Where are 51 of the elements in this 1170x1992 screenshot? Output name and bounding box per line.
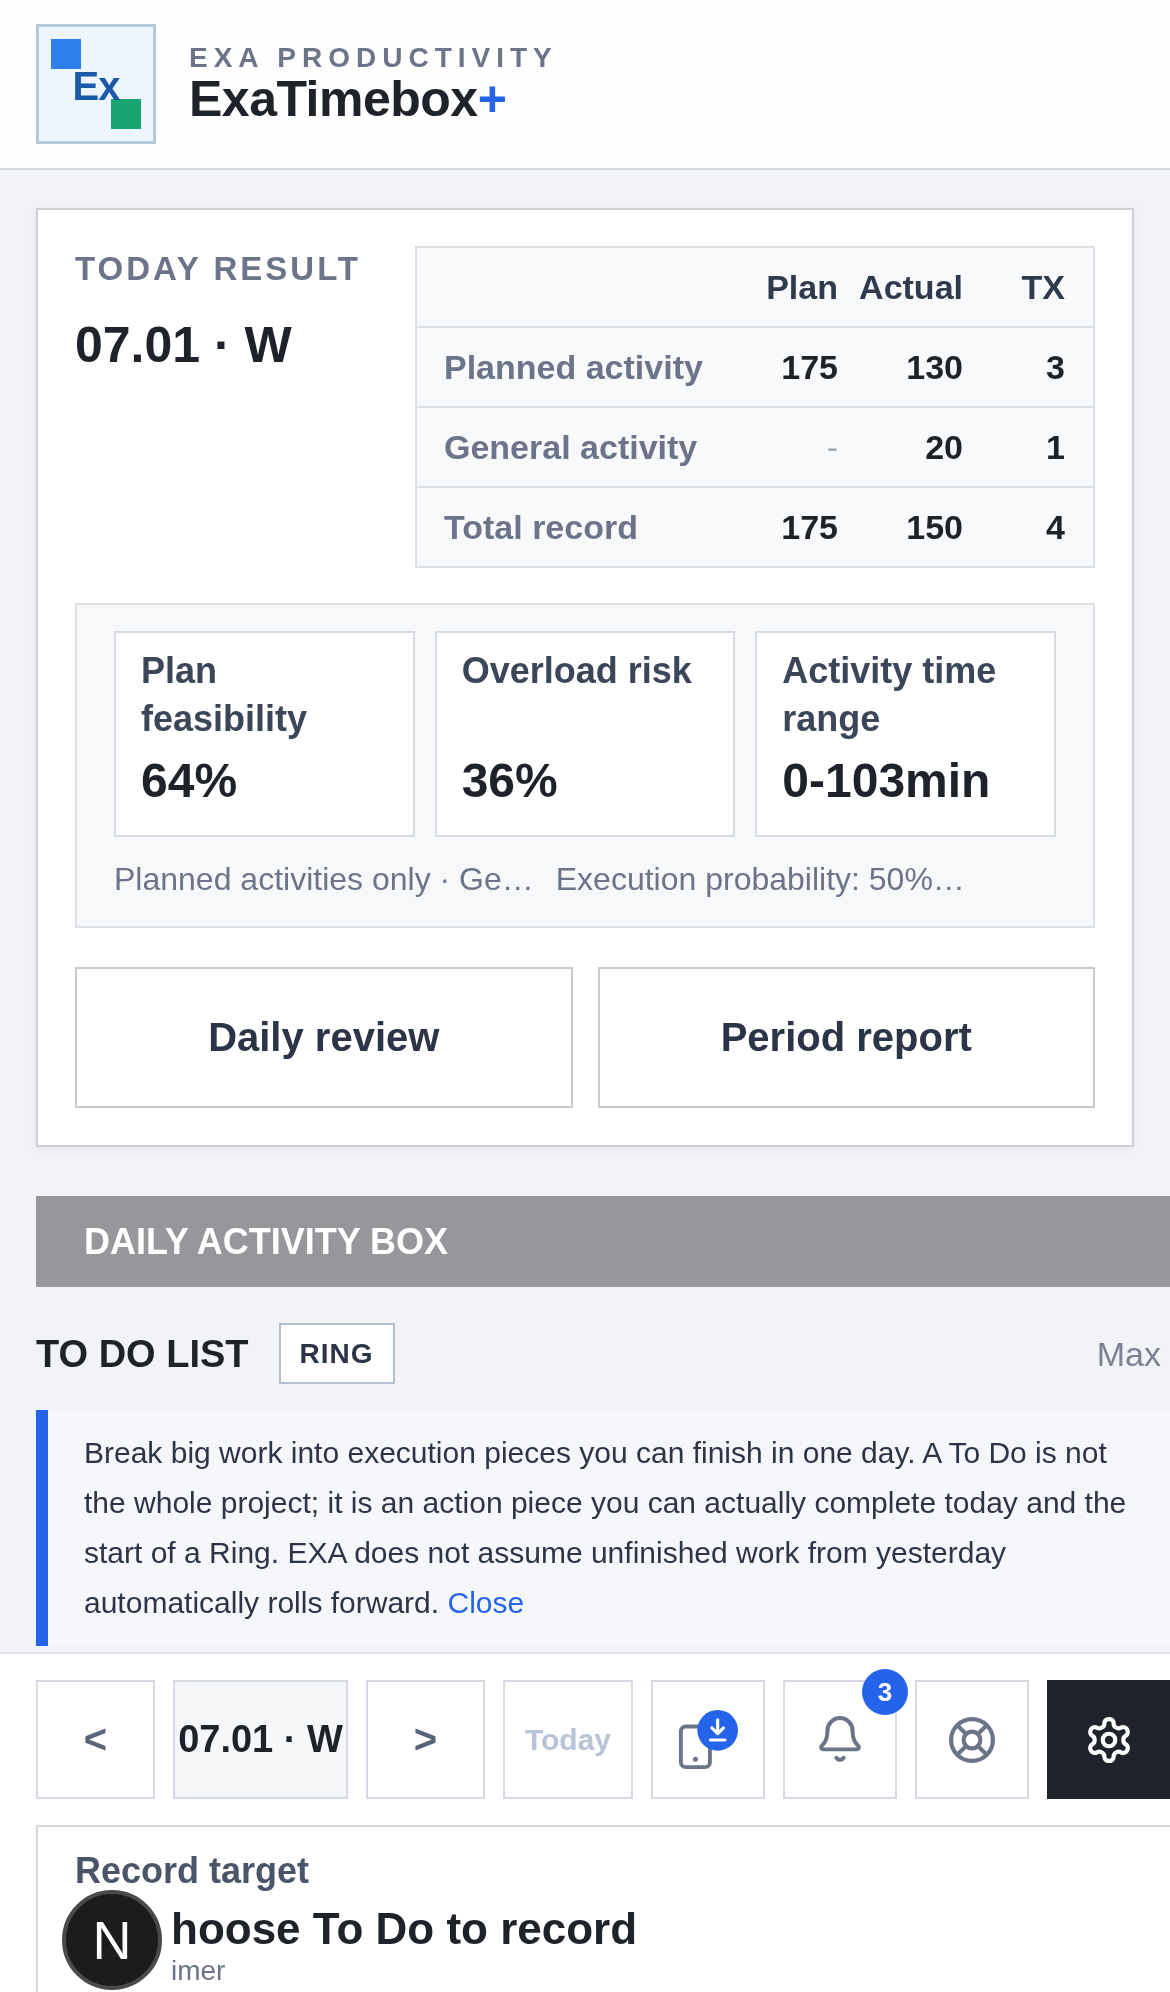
action-button[interactable]: Daily review <box>75 967 573 1108</box>
category-tag: RING <box>278 1323 395 1384</box>
action-button[interactable]: Period report <box>597 967 1095 1108</box>
next-day-button[interactable]: > <box>366 1680 485 1799</box>
close-link[interactable]: Close <box>447 1586 525 1619</box>
date-label: 07.01 · W <box>75 316 292 375</box>
section-header: DAILY ACTIVITY BOX <box>36 1196 1170 1287</box>
record-label: Record target <box>75 1851 310 1891</box>
limit-text: Max <box>1096 1333 1161 1374</box>
table-cell: 1 <box>1046 427 1065 467</box>
row-label: General activity <box>444 427 698 467</box>
record-subtitle: imer <box>171 1955 226 1987</box>
column-header: Plan <box>766 267 838 307</box>
section-title: TODAY RESULT <box>75 249 361 289</box>
table-cell: 175 <box>781 347 838 387</box>
note-text: Planned activities only · Ge… <box>114 860 534 899</box>
metric-label: Activity time range <box>782 649 998 741</box>
row-label: Planned activity <box>444 347 703 387</box>
notification-button[interactable] <box>783 1680 897 1799</box>
table-cell: - <box>826 427 838 467</box>
table-cell: 175 <box>781 507 838 547</box>
note-text: Execution probability: 50%… <box>555 860 965 899</box>
lifebuoy-icon <box>949 1716 995 1763</box>
app-logo: Ex <box>36 24 156 144</box>
table-cell: 130 <box>906 347 963 387</box>
row-label: Total record <box>444 507 638 547</box>
metric-label: Plan feasibility <box>141 649 309 741</box>
help-button[interactable] <box>915 1680 1029 1799</box>
table-cell: 150 <box>906 507 963 547</box>
column-header: TX <box>1021 267 1065 307</box>
metric-value: 0-103min <box>782 753 991 809</box>
column-header: Actual <box>859 267 963 307</box>
info-text: Break big work into execution pieces you can finish in one day. A To Do is not the whole project; it is an action piece you can actually complete today and the start of a Ring. EXA does not assume unfinished work from yesterday automatically rolls forward. Close <box>84 1435 1128 1621</box>
previous-day-button[interactable]: < <box>36 1680 155 1799</box>
metric-label: Overload risk <box>461 649 692 693</box>
phone-download-icon <box>678 1709 738 1770</box>
company-name: EXA PRODUCTIVITY <box>189 43 558 73</box>
table-cell: 3 <box>1046 347 1065 387</box>
settings-icon <box>1085 1716 1132 1763</box>
app-title: ExaTimebox+ <box>189 73 507 125</box>
metric-value: 36% <box>461 753 558 809</box>
record-title: hoose To Do to record <box>171 1903 638 1955</box>
sync-button[interactable] <box>651 1680 765 1799</box>
table-cell: 20 <box>925 427 963 467</box>
notification-count: 3 <box>862 1669 908 1715</box>
table-cell: 4 <box>1046 507 1065 547</box>
settings-button[interactable] <box>1047 1680 1170 1799</box>
date-button[interactable]: 07.01 · W <box>173 1680 348 1799</box>
bell-icon <box>819 1715 861 1764</box>
list-title: TO DO LIST <box>36 1331 249 1376</box>
metric-value: 64% <box>141 753 238 809</box>
